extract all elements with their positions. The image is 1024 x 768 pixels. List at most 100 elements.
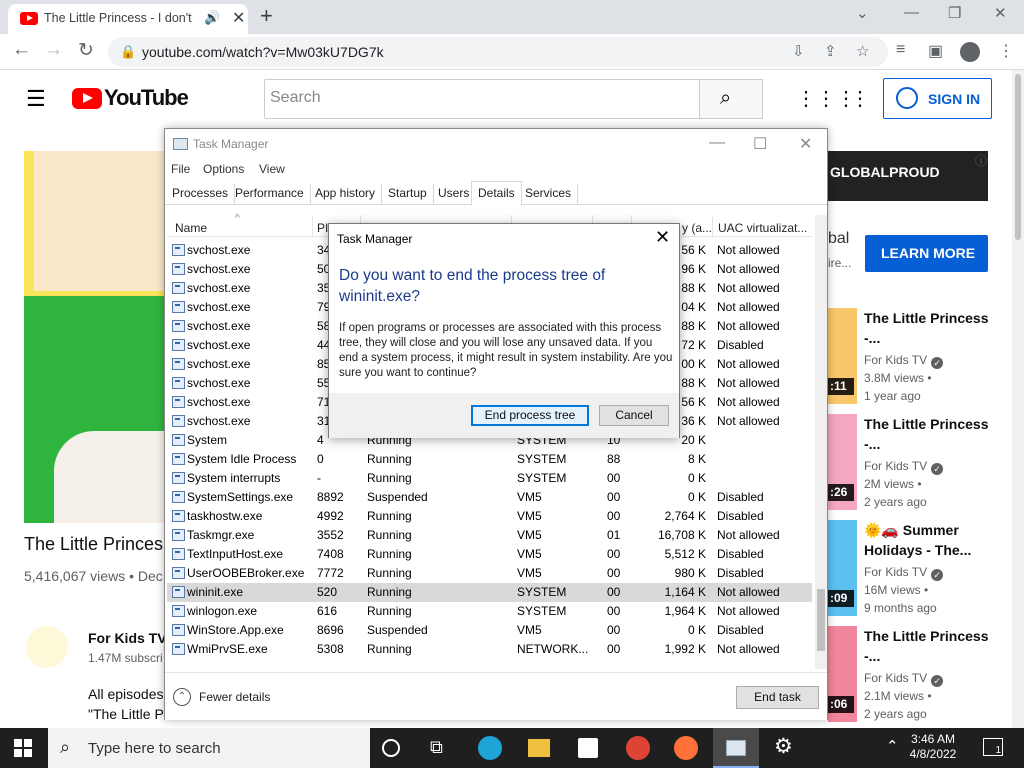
table-row[interactable]: WmiPrvSE.exe 5308 Running NETWORK... 00 1,992… [167, 640, 812, 659]
column-header-name[interactable]: Name [175, 221, 235, 235]
end-task-button[interactable]: End task [736, 686, 819, 709]
rec-title[interactable]: 🌞🚗 Summer Holidays - The... [864, 520, 994, 560]
profile-avatar-icon[interactable] [960, 42, 980, 62]
rec-title[interactable]: The Little Princess -... [864, 308, 994, 348]
channel-name[interactable]: For Kids TV [88, 630, 167, 646]
windows-start-icon[interactable] [14, 739, 32, 757]
browser-menu-icon[interactable]: ⋮ [998, 41, 1014, 61]
rec-channel-name: For Kids TV [864, 565, 928, 579]
table-row[interactable]: System interrupts - Running SYSTEM 00 0 K [167, 469, 812, 488]
settings-gear-icon[interactable]: ⚙ [774, 734, 798, 758]
chevron-up-icon[interactable]: ⌃ [173, 688, 191, 706]
microsoft-store-icon[interactable] [578, 738, 598, 758]
minimize-icon[interactable]: — [904, 4, 919, 21]
taskbar-search-box[interactable]: ⌕ Type here to search [48, 728, 370, 768]
rec-title[interactable]: The Little Princess -... [864, 626, 994, 666]
table-row[interactable]: Taskmgr.exe 3552 Running VM5 01 16,708 K Not a… [167, 526, 812, 545]
back-arrow-icon[interactable]: ← [12, 39, 31, 61]
sign-in-button[interactable]: SIGN IN [883, 78, 992, 119]
hamburger-menu-icon[interactable]: ☰ [26, 86, 46, 112]
install-icon[interactable]: ⇩ [792, 42, 805, 60]
column-separator[interactable] [312, 215, 313, 237]
ad-info-icon[interactable]: ⓘ [975, 152, 987, 169]
restore-icon[interactable]: ❐ [948, 4, 961, 22]
media-queue-icon[interactable]: ≡ [896, 41, 905, 59]
tab-processes[interactable]: Processes [166, 184, 236, 205]
process-memory: 1,964 K [664, 604, 706, 618]
notification-center-icon[interactable]: 1 [983, 738, 1003, 756]
speaker-icon[interactable]: 🔊 [204, 10, 220, 26]
column-header-uac[interactable]: UAC virtualizat... [718, 221, 810, 235]
table-row[interactable]: System Idle Process 0 Running SYSTEM 88 8 K [167, 450, 812, 469]
tab-startup[interactable]: Startup [382, 184, 434, 205]
apps-grid-icon[interactable]: ⋮⋮⋮ [796, 86, 856, 111]
ad-banner[interactable]: GLOBALPROUD [828, 151, 988, 201]
task-view-icon[interactable]: ⧉ [430, 737, 454, 761]
more-options-icon[interactable]: ⋮ [850, 86, 870, 111]
rec-channel[interactable]: For Kids TV ✓ [864, 353, 944, 369]
rec-channel[interactable]: For Kids TV ✓ [864, 459, 944, 475]
details-scrollbar-thumb[interactable] [817, 589, 825, 651]
process-name: System interrupts [187, 471, 281, 485]
table-row[interactable]: UserOOBEBroker.exe 7772 Running VM5 00 980 KD… [167, 564, 812, 583]
firefox-icon[interactable] [674, 736, 698, 760]
rec-channel-name: For Kids TV [864, 459, 928, 473]
menu-view[interactable]: View [259, 162, 285, 176]
close-window-icon[interactable]: ✕ [994, 4, 1007, 22]
tab-performance[interactable]: Performance [229, 184, 311, 205]
column-header-memory[interactable]: y (a... [682, 221, 712, 235]
rec-title[interactable]: The Little Princess -... [864, 414, 994, 454]
table-row[interactable]: TextInputHost.exe 7408 Running VM5 00 5,512 K… [167, 545, 812, 564]
file-explorer-icon[interactable] [528, 739, 550, 757]
share-icon[interactable]: ⇪ [824, 42, 837, 60]
cortana-icon[interactable] [382, 739, 400, 757]
table-row[interactable]: winlogon.exe 616 Running SYSTEM 00 1,964 K Not… [167, 602, 812, 621]
end-process-tree-dialog[interactable]: Task Manager ✕ Do you want to end the pr… [328, 223, 680, 438]
menu-file[interactable]: File [171, 162, 190, 176]
dialog-close-icon[interactable]: ✕ [655, 227, 670, 248]
table-row[interactable]: taskhostw.exe 4992 Running VM5 00 2,764 K Disa… [167, 507, 812, 526]
rec-channel[interactable]: For Kids TV ✓ [864, 565, 944, 581]
address-bar[interactable]: 🔒 youtube.com/watch?v=Mw03kU7DG7k ⇩ ⇪ ☆ [108, 37, 888, 67]
chrome-icon[interactable] [626, 736, 650, 760]
column-separator[interactable] [712, 215, 713, 237]
task-manager-titlebar[interactable]: Task Manager — ☐ ✕ [165, 129, 827, 159]
tab-services[interactable]: Services [519, 184, 579, 205]
video-player[interactable] [24, 151, 164, 523]
tab-search-chevron-icon[interactable]: ⌄ [856, 4, 869, 22]
fewer-details-link[interactable]: Fewer details [199, 690, 270, 704]
video-title: The Little Princes [24, 534, 164, 554]
search-icon[interactable]: ⌕ [720, 87, 731, 110]
rec-views: 3.8M views • [864, 371, 932, 385]
tab-users[interactable]: Users [432, 184, 477, 205]
tm-maximize-icon[interactable]: ☐ [753, 134, 767, 154]
new-tab-button[interactable]: + [260, 3, 273, 29]
bookmark-star-icon[interactable]: ☆ [856, 42, 869, 60]
end-process-tree-button[interactable]: End process tree [471, 405, 589, 426]
youtube-logo-icon[interactable] [72, 88, 102, 109]
tm-close-icon[interactable]: ✕ [799, 134, 812, 154]
chevron-up-icon[interactable]: ⌃ [886, 737, 899, 755]
learn-more-button[interactable]: LEARN MORE [865, 235, 988, 272]
menu-options[interactable]: Options [203, 162, 244, 176]
cancel-button[interactable]: Cancel [599, 405, 669, 426]
channel-avatar[interactable] [26, 626, 68, 668]
tab-close-icon[interactable]: ✕ [232, 8, 245, 28]
edge-browser-icon[interactable] [478, 736, 502, 760]
table-row[interactable]: SystemSettings.exe 8892 Suspended VM5 00 0 KD… [167, 488, 812, 507]
tab-details[interactable]: Details [471, 181, 522, 206]
tab-app-history[interactable]: App history [309, 184, 383, 205]
table-row[interactable]: WinStore.App.exe 8696 Suspended VM5 00 0 K Dis… [167, 621, 812, 640]
table-row[interactable]: wininit.exe 520 Running SYSTEM 00 1,164 K Not … [167, 583, 812, 602]
browser-tab[interactable]: The Little Princess - I don't w 🔊 ✕ [8, 4, 248, 34]
rec-channel[interactable]: For Kids TV ✓ [864, 671, 944, 687]
page-scrollbar-thumb[interactable] [1015, 74, 1021, 240]
search-input[interactable] [264, 79, 700, 119]
tm-minimize-icon[interactable]: — [709, 134, 725, 152]
forward-arrow-icon[interactable]: → [44, 39, 63, 61]
side-panel-icon[interactable]: ▣ [928, 41, 943, 61]
reload-icon[interactable]: ↻ [78, 39, 94, 62]
system-clock[interactable]: 3:46 AM 4/8/2022 [900, 732, 966, 762]
lock-icon[interactable]: 🔒 [120, 44, 136, 60]
youtube-logo-text[interactable]: YouTube [104, 85, 189, 111]
